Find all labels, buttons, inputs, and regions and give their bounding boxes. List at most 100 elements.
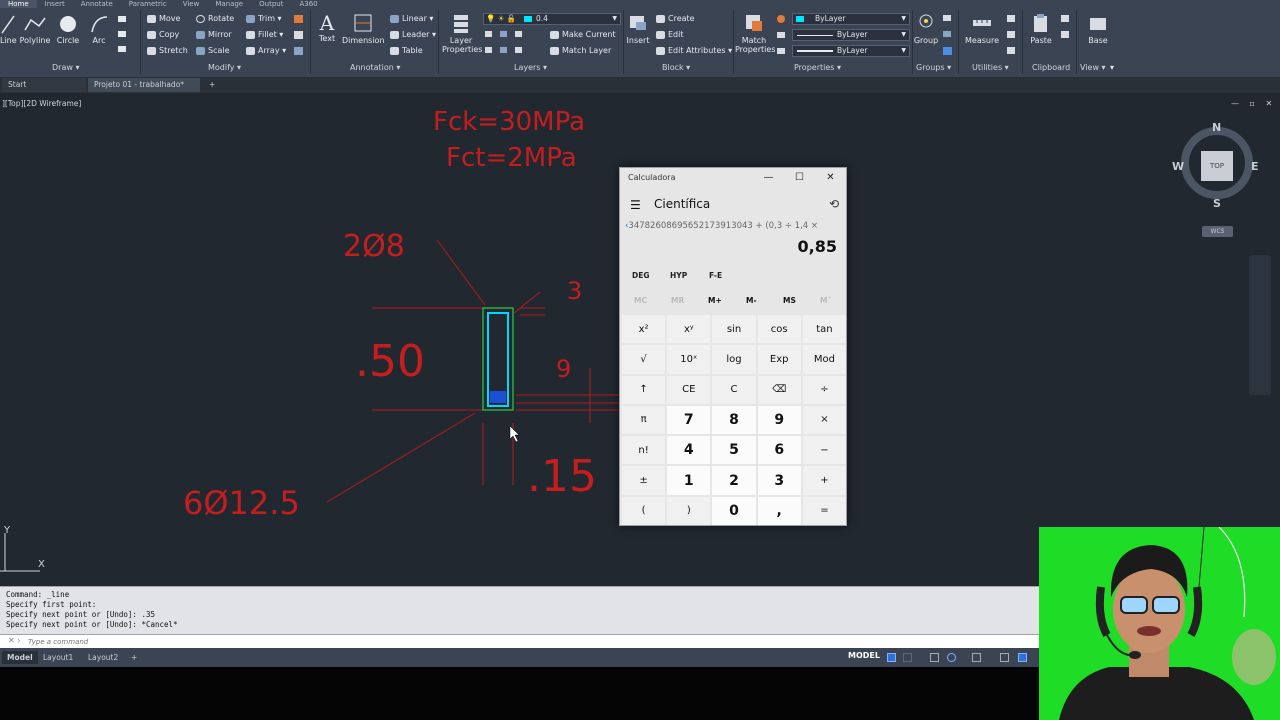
- copy-button[interactable]: Copy: [147, 30, 179, 39]
- create-block-button[interactable]: Create: [656, 14, 695, 23]
- key-7[interactable]: 7: [667, 405, 711, 435]
- key-1[interactable]: 1: [667, 466, 711, 495]
- model-space-button[interactable]: MODEL: [848, 651, 880, 660]
- layer-properties-button[interactable]: Layer Properties: [442, 12, 482, 54]
- key-5[interactable]: 5: [712, 436, 756, 465]
- ribbon-tab-manage[interactable]: Manage: [207, 0, 251, 8]
- ms-button[interactable]: MS: [783, 296, 796, 305]
- key-sin[interactable]: sin: [712, 315, 756, 344]
- key-0[interactable]: 0: [712, 496, 756, 525]
- ribbon-tab-parametric[interactable]: Parametric: [121, 0, 175, 8]
- compass-south[interactable]: S: [1213, 197, 1221, 210]
- lineweight-dropdown[interactable]: ByLayer ▼: [792, 45, 910, 57]
- tab-start[interactable]: Start: [2, 78, 86, 92]
- line-button[interactable]: Line: [0, 14, 17, 45]
- key-ce[interactable]: CE: [667, 375, 711, 404]
- text-button[interactable]: A Text: [314, 12, 340, 43]
- trim-button[interactable]: Trim ▾: [246, 14, 282, 23]
- key-sqrt[interactable]: √: [622, 345, 666, 374]
- layout-tab-layout2[interactable]: Layout2: [83, 651, 123, 664]
- compass-north[interactable]: N: [1212, 121, 1221, 134]
- key-backspace[interactable]: ⌫: [757, 375, 801, 404]
- key-cos[interactable]: cos: [757, 315, 801, 344]
- view-panel-label[interactable]: View ▾: [1080, 63, 1106, 72]
- table-button[interactable]: Table: [390, 46, 423, 55]
- paste-button[interactable]: Paste: [1026, 12, 1056, 45]
- compass-west[interactable]: W: [1172, 160, 1184, 173]
- key-8[interactable]: 8: [712, 405, 756, 435]
- osnap-icon[interactable]: [972, 653, 981, 662]
- key-power[interactable]: xʸ: [667, 315, 711, 344]
- dimension-button[interactable]: Dimension: [342, 12, 385, 45]
- tab-projeto-01[interactable]: Projeto 01 - trabalhado*: [88, 78, 200, 92]
- ortho-icon[interactable]: [930, 653, 939, 662]
- key-negate[interactable]: ±: [622, 466, 666, 495]
- calculator-window[interactable]: Calculadora — ☐ ✕ ☰ Científica ⟲ ‹347826…: [619, 167, 847, 526]
- modify-panel-label[interactable]: Modify ▾: [208, 63, 241, 72]
- viewcube[interactable]: TOP N S W E: [1172, 121, 1259, 211]
- grid-icon[interactable]: [887, 653, 896, 662]
- compass-east[interactable]: E: [1251, 160, 1259, 173]
- linear-dimension-button[interactable]: Linear ▾: [390, 14, 433, 23]
- workspace-icon[interactable]: [1018, 653, 1027, 662]
- key-pi[interactable]: π: [622, 405, 666, 435]
- lineweight-icon[interactable]: [1000, 653, 1009, 662]
- move-button[interactable]: Move: [147, 14, 180, 23]
- polyline-button[interactable]: Polyline: [18, 14, 52, 45]
- snap-icon[interactable]: [903, 653, 912, 662]
- m-plus-button[interactable]: M+: [708, 296, 722, 305]
- minimize-button[interactable]: —: [753, 168, 784, 188]
- fe-button[interactable]: F-E: [709, 271, 722, 280]
- close-button[interactable]: ✕: [815, 168, 846, 188]
- scale-button[interactable]: Scale: [196, 46, 230, 55]
- key-square[interactable]: x²: [622, 315, 666, 344]
- match-layer-button[interactable]: Match Layer: [550, 46, 611, 55]
- m-minus-button[interactable]: M-: [746, 296, 757, 305]
- close-icon[interactable]: ✕ ›: [8, 636, 20, 645]
- arc-button[interactable]: Arc: [86, 14, 112, 45]
- match-properties-button[interactable]: Match Properties: [735, 12, 775, 54]
- stretch-button[interactable]: Stretch: [147, 46, 188, 55]
- key-equals[interactable]: =: [802, 496, 846, 525]
- history-icon[interactable]: ⟲: [829, 197, 839, 211]
- key-open-paren[interactable]: (: [622, 496, 666, 525]
- key-decimal[interactable]: ,: [757, 496, 801, 525]
- edit-block-button[interactable]: Edit: [656, 30, 684, 39]
- ribbon-tab-a360[interactable]: A360: [291, 0, 325, 8]
- navigation-bar[interactable]: [1249, 255, 1271, 395]
- array-button[interactable]: Array ▾: [246, 46, 286, 55]
- layout-tab-model[interactable]: Model: [2, 651, 38, 664]
- ribbon-tab-home[interactable]: Home: [0, 0, 37, 8]
- key-shift[interactable]: ↑: [622, 375, 666, 404]
- base-view-button[interactable]: Base: [1082, 12, 1114, 45]
- insert-block-button[interactable]: Insert: [626, 12, 650, 45]
- measure-button[interactable]: Measure: [962, 12, 1002, 45]
- key-ten-power[interactable]: 10ˣ: [667, 345, 711, 374]
- key-log[interactable]: log: [712, 345, 756, 374]
- key-mod[interactable]: Mod: [802, 345, 846, 374]
- new-tab-button[interactable]: +: [203, 78, 219, 92]
- hyp-button[interactable]: HYP: [670, 271, 687, 280]
- linetype-dropdown[interactable]: ByLayer ▼: [792, 29, 910, 41]
- command-input[interactable]: [28, 636, 628, 647]
- draw-panel-label[interactable]: Draw ▾: [52, 63, 79, 72]
- ribbon-overflow-button[interactable]: ▾: [1110, 63, 1114, 72]
- layers-panel-label[interactable]: Layers ▾: [514, 63, 547, 72]
- viewcube-top-face[interactable]: TOP: [1201, 151, 1233, 181]
- hamburger-menu-icon[interactable]: ☰: [630, 198, 641, 212]
- key-divide[interactable]: ÷: [802, 375, 846, 404]
- clipboard-panel-label[interactable]: Clipboard: [1032, 63, 1070, 72]
- key-6[interactable]: 6: [757, 436, 801, 465]
- group-button[interactable]: Group: [912, 12, 940, 45]
- wcs-dropdown[interactable]: WCS: [1202, 226, 1233, 237]
- fillet-button[interactable]: Fillet ▾: [246, 30, 283, 39]
- key-factorial[interactable]: n!: [622, 436, 666, 465]
- memory-list-button[interactable]: M˅: [820, 296, 831, 305]
- key-plus[interactable]: +: [802, 466, 846, 495]
- key-minus[interactable]: −: [802, 436, 846, 465]
- mc-button[interactable]: MC: [634, 296, 647, 305]
- key-4[interactable]: 4: [667, 436, 711, 465]
- annotation-panel-label[interactable]: Annotation ▾: [350, 63, 400, 72]
- block-panel-label[interactable]: Block ▾: [662, 63, 690, 72]
- key-clear[interactable]: C: [712, 375, 756, 404]
